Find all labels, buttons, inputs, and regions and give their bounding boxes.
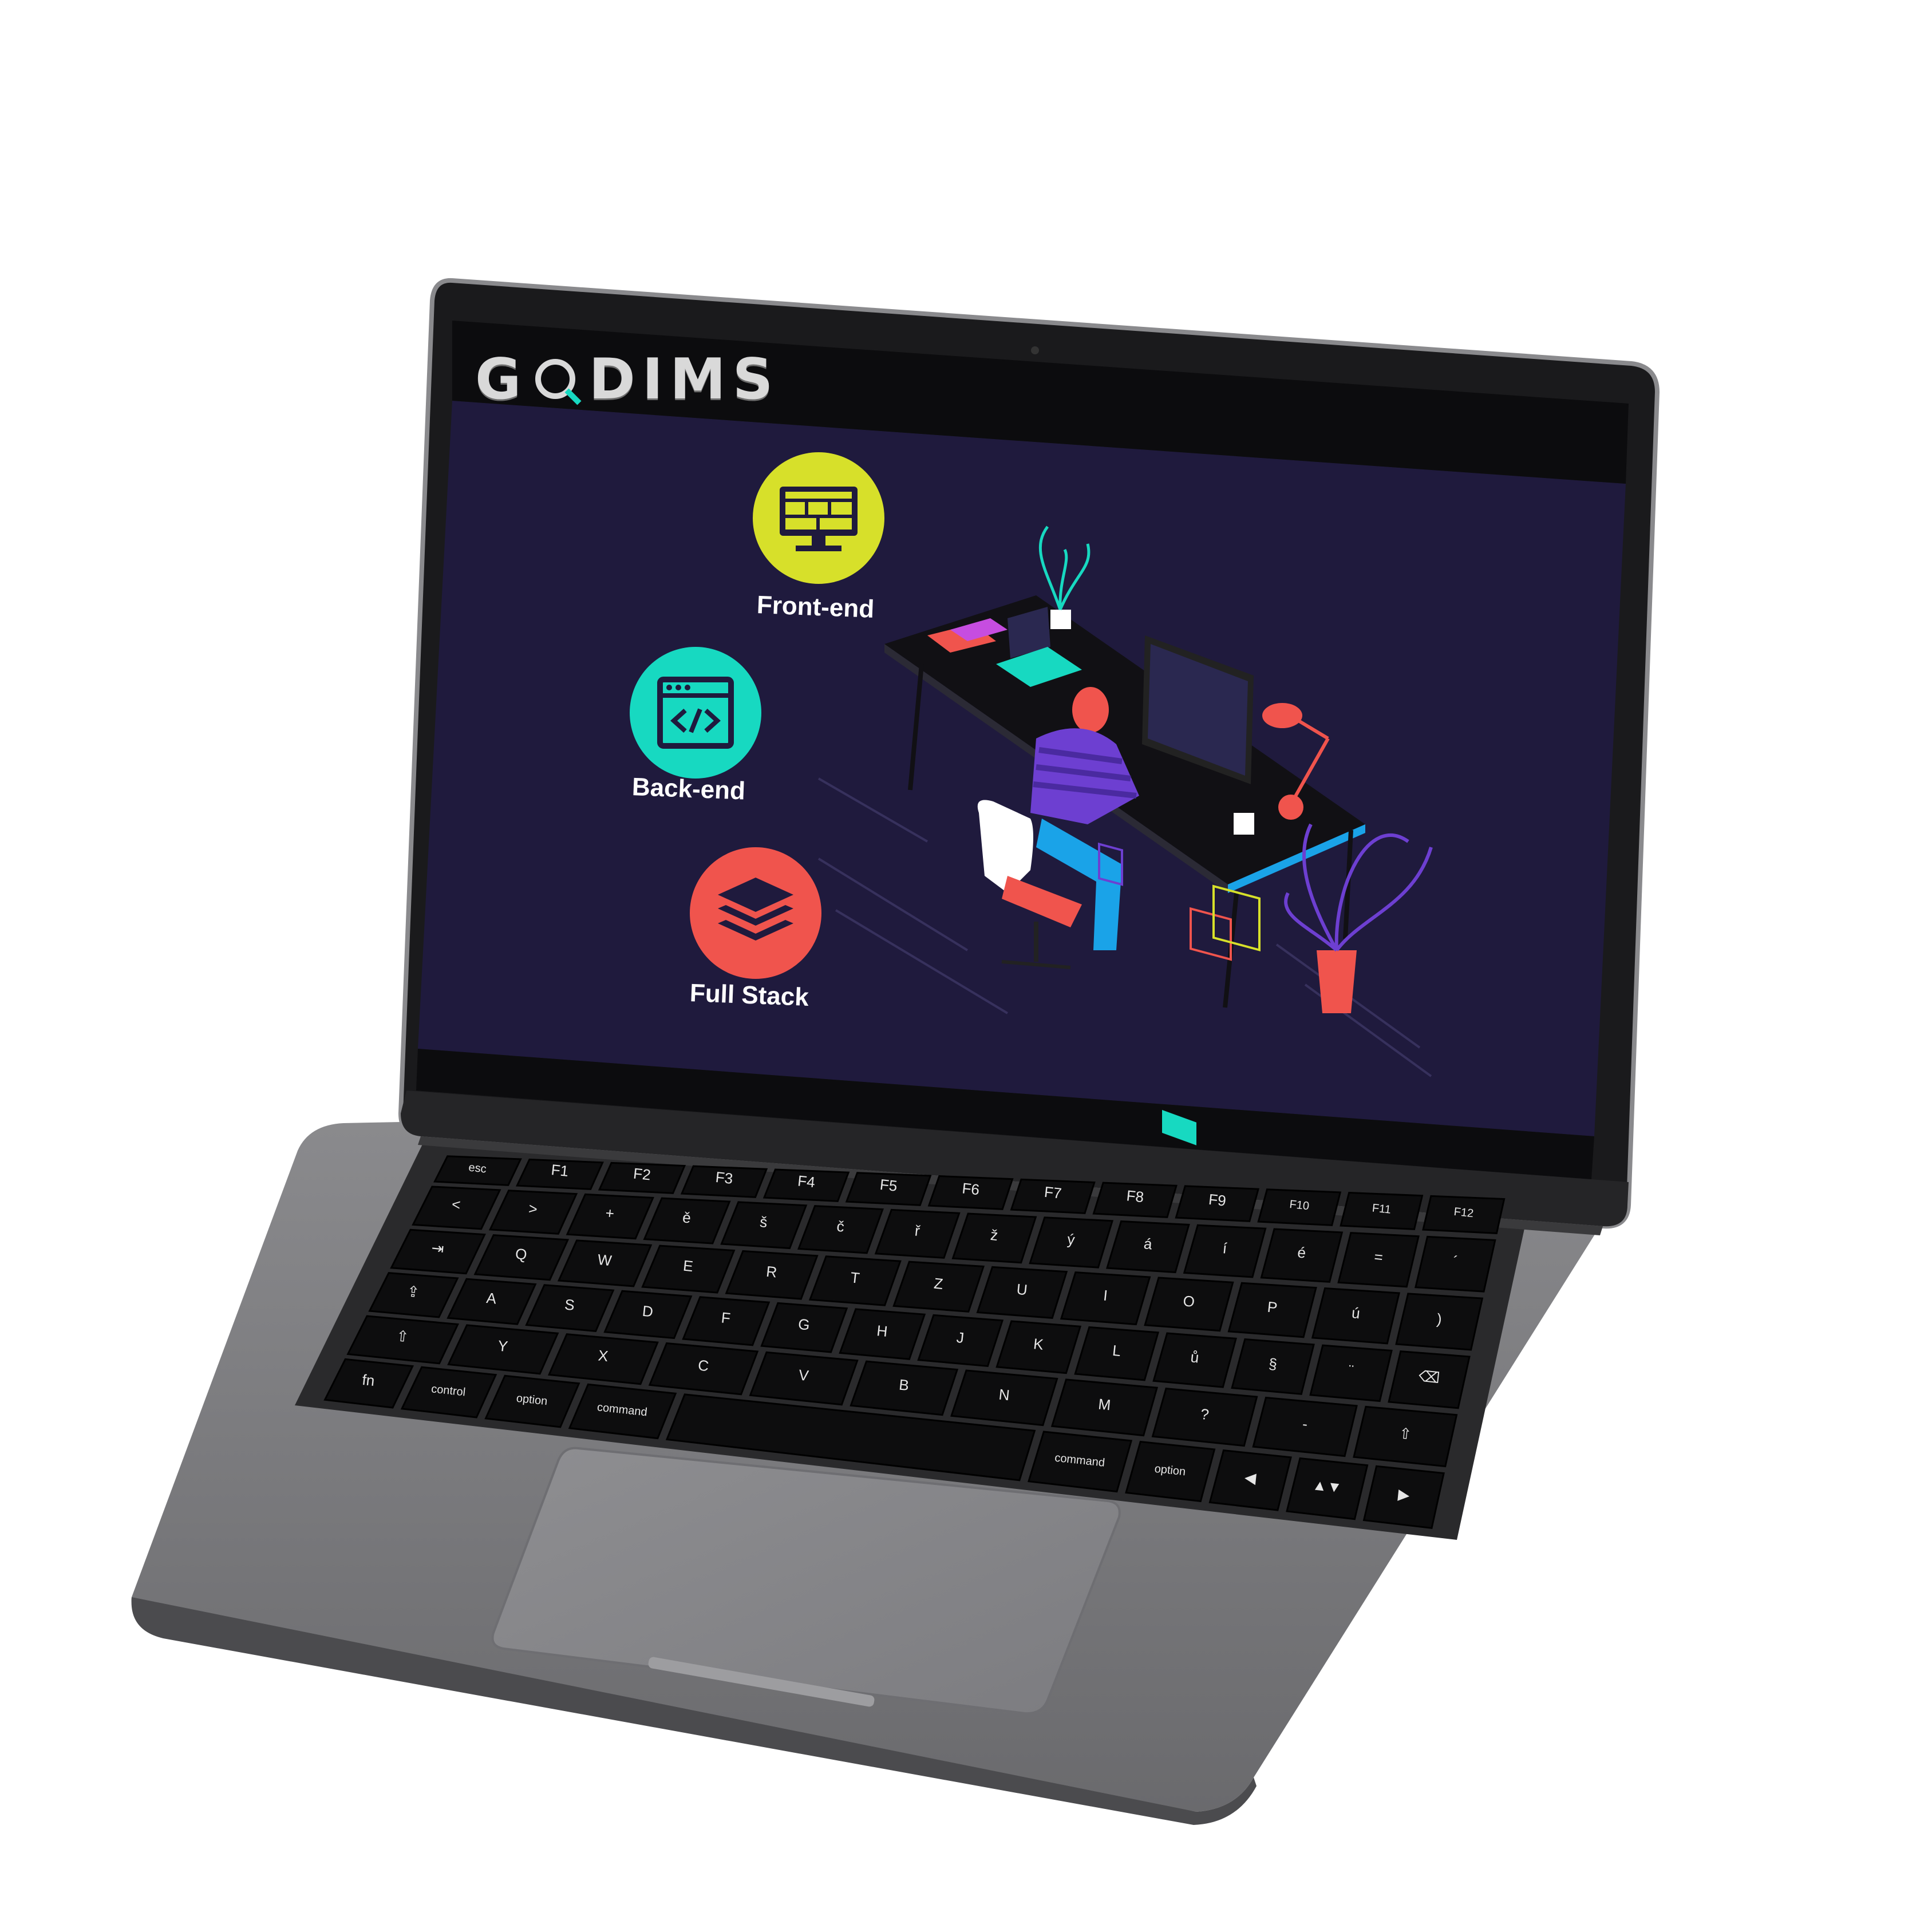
key-label: F8 <box>1125 1187 1144 1206</box>
key-label: P <box>1267 1298 1278 1317</box>
key-label: F6 <box>961 1179 980 1198</box>
key-label: N <box>998 1386 1010 1404</box>
key-label: ⇪ <box>406 1282 421 1301</box>
key-label: U <box>1016 1281 1028 1299</box>
key-label: E <box>682 1257 694 1275</box>
key-label: Q <box>515 1245 528 1263</box>
key-label: + <box>605 1204 615 1222</box>
key-label: F2 <box>633 1164 651 1183</box>
key-label: F3 <box>714 1168 733 1187</box>
logo-letters-dims: DIMS <box>588 347 780 412</box>
key-label: Z <box>933 1275 944 1293</box>
front-end-feature <box>753 452 884 584</box>
key-label: = <box>1373 1248 1384 1266</box>
key-label: Y <box>497 1337 508 1356</box>
full-stack-label: Full Stack <box>689 979 809 1012</box>
key-label: fn <box>361 1371 376 1389</box>
key-label: C <box>697 1356 710 1374</box>
full-stack-feature <box>690 847 821 979</box>
key-label: M <box>1097 1395 1112 1413</box>
key-label: ⌫ <box>1418 1367 1441 1386</box>
key-label: H <box>876 1322 888 1340</box>
back-end-label: Back-end <box>631 773 746 805</box>
back-end-circle <box>630 647 761 779</box>
key-label: F12 <box>1453 1206 1475 1220</box>
front-end-label: Front-end <box>756 591 875 623</box>
key-label: D <box>642 1302 654 1321</box>
logo-letter-g: G <box>475 347 528 412</box>
key-label: F5 <box>879 1176 898 1195</box>
key-label: ◀ <box>1244 1468 1257 1487</box>
key-label: ⇧ <box>1398 1424 1413 1443</box>
godims-logo[interactable]: G DIMS <box>475 347 780 412</box>
key-label: S <box>564 1295 575 1314</box>
key-label: F10 <box>1289 1198 1310 1212</box>
key-label: < <box>451 1195 461 1213</box>
camera <box>1031 346 1039 354</box>
key-label: F11 <box>1372 1202 1392 1216</box>
magnifier-icon <box>534 355 583 405</box>
person-head <box>1072 687 1109 733</box>
key-label: > <box>528 1200 538 1218</box>
key-label: ▲▼ <box>1311 1476 1342 1496</box>
key-label: F7 <box>1044 1183 1062 1202</box>
key-label: X <box>597 1347 609 1365</box>
key-label: T <box>850 1269 860 1287</box>
key-label: esc <box>468 1161 487 1175</box>
back-end-feature <box>630 647 761 779</box>
full-stack-circle <box>690 847 821 979</box>
key-label: ▶ <box>1397 1485 1411 1504</box>
key-label: F9 <box>1208 1191 1227 1210</box>
key-label: B <box>898 1376 910 1394</box>
screen-display <box>418 401 1626 1136</box>
key-label: ⇥ <box>430 1239 445 1257</box>
key-label: R <box>765 1263 778 1281</box>
key-label: ⇧ <box>396 1327 410 1345</box>
key-label: O <box>1182 1292 1195 1310</box>
key-label: F <box>721 1309 732 1326</box>
key-label: W <box>596 1251 613 1269</box>
laptop-scene: esc F1 F2 F3 F4 F5 F6 F7 F8 F9 F10 F11 F12< > + ě š č ř ž ý á… <box>131 278 1660 1825</box>
key-label: F1 <box>550 1161 569 1180</box>
key-label: F4 <box>797 1172 816 1191</box>
key-label: G <box>797 1315 811 1334</box>
